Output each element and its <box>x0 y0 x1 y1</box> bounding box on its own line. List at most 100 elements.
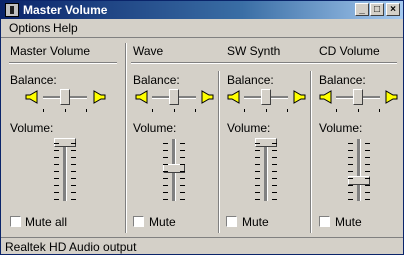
volume-tick <box>272 178 277 179</box>
volume-tick <box>54 164 59 165</box>
window-title: Master Volume <box>23 3 108 17</box>
balance-tick <box>244 109 245 112</box>
volume-tick <box>272 164 277 165</box>
volume-tick <box>255 150 260 151</box>
menu-help[interactable]: Help <box>53 21 78 35</box>
volume-tick <box>180 171 185 172</box>
volume-control-icon[interactable] <box>5 3 19 17</box>
volume-tick <box>163 143 168 144</box>
balance-label: Balance: <box>10 73 57 87</box>
balance-tick <box>266 109 267 112</box>
volume-tick <box>365 199 370 200</box>
volume-tick <box>163 192 168 193</box>
balance-tick <box>195 109 196 112</box>
volume-tick <box>71 185 76 186</box>
mute-label: Mute <box>149 215 176 229</box>
volume-tick <box>272 185 277 186</box>
maximize-button[interactable]: □ <box>370 3 384 16</box>
speaker-right-icon <box>385 90 399 104</box>
volume-tick <box>180 143 185 144</box>
volume-label: Volume: <box>10 121 54 135</box>
mute-cd-volume-checkbox[interactable] <box>319 216 330 227</box>
volume-tick <box>180 192 185 193</box>
speaker-right-icon <box>201 90 215 104</box>
channel-name-cd-volume: CD Volume <box>319 44 380 58</box>
volume-tick <box>348 192 353 193</box>
speaker-right-icon <box>93 90 107 104</box>
volume-tick <box>272 199 277 200</box>
balance-tick <box>86 109 87 112</box>
menu-options[interactable]: Options <box>9 21 50 35</box>
volume-tick <box>365 157 370 158</box>
volume-slider[interactable] <box>348 175 370 185</box>
menu-bar: Options Help <box>1 19 403 38</box>
speaker-left-icon <box>24 90 38 104</box>
title-bar[interactable]: Master Volume _ □ × <box>1 1 403 19</box>
balance-slider[interactable] <box>353 89 363 105</box>
volume-tick <box>163 199 168 200</box>
balance-slider[interactable] <box>169 89 179 105</box>
volume-track <box>63 139 67 201</box>
volume-tick <box>365 178 370 179</box>
balance-tick <box>43 109 44 112</box>
volume-tick <box>365 150 370 151</box>
volume-tick <box>54 171 59 172</box>
volume-tick <box>163 171 168 172</box>
volume-tick <box>54 157 59 158</box>
volume-tick <box>163 150 168 151</box>
volume-tick <box>255 171 260 172</box>
volume-tick <box>54 178 59 179</box>
volume-tick <box>272 192 277 193</box>
volume-tick <box>54 199 59 200</box>
balance-label: Balance: <box>133 73 180 87</box>
speaker-left-icon <box>134 90 148 104</box>
volume-tick <box>255 192 260 193</box>
volume-tick <box>71 157 76 158</box>
volume-tick <box>163 178 168 179</box>
volume-tick <box>348 171 353 172</box>
close-button[interactable]: × <box>386 3 400 16</box>
volume-tick <box>163 164 168 165</box>
volume-tick <box>180 157 185 158</box>
column-separator <box>310 71 312 233</box>
volume-tick <box>71 178 76 179</box>
minimize-button[interactable]: _ <box>355 3 369 16</box>
volume-tick <box>180 185 185 186</box>
volume-track <box>357 139 361 201</box>
channel-name-sw-synth: SW Synth <box>227 44 281 58</box>
balance-slider[interactable] <box>60 89 70 105</box>
column-separator <box>218 71 220 233</box>
channel-name-master: Master Volume <box>10 44 91 58</box>
volume-tick <box>54 150 59 151</box>
volume-tick <box>71 192 76 193</box>
header-divider <box>9 62 117 64</box>
volume-label: Volume: <box>133 121 177 135</box>
mute-all-checkbox[interactable] <box>10 216 21 227</box>
volume-tick <box>255 185 260 186</box>
mute-wave-checkbox[interactable] <box>133 216 144 227</box>
balance-tick <box>174 109 175 112</box>
volume-tick <box>348 185 353 186</box>
volume-tick <box>71 143 76 144</box>
volume-tick <box>71 199 76 200</box>
volume-tick <box>255 199 260 200</box>
balance-label: Balance: <box>319 73 366 87</box>
mute-sw-synth-checkbox[interactable] <box>226 216 237 227</box>
volume-tick <box>348 178 353 179</box>
volume-tick <box>54 192 59 193</box>
balance-tick <box>358 109 359 112</box>
channel-name-wave: Wave <box>133 44 164 58</box>
master-volume-window: Master Volume _ □ × Options Help Master … <box>0 0 404 255</box>
balance-slider[interactable] <box>261 89 271 105</box>
column-separator <box>125 43 127 233</box>
speaker-right-icon <box>293 90 307 104</box>
volume-tick <box>180 199 185 200</box>
volume-tick <box>255 164 260 165</box>
volume-tick <box>348 164 353 165</box>
balance-tick <box>65 109 66 112</box>
volume-tick <box>348 143 353 144</box>
volume-tick <box>272 143 277 144</box>
volume-tick <box>348 157 353 158</box>
volume-tick <box>54 185 59 186</box>
volume-tick <box>365 143 370 144</box>
